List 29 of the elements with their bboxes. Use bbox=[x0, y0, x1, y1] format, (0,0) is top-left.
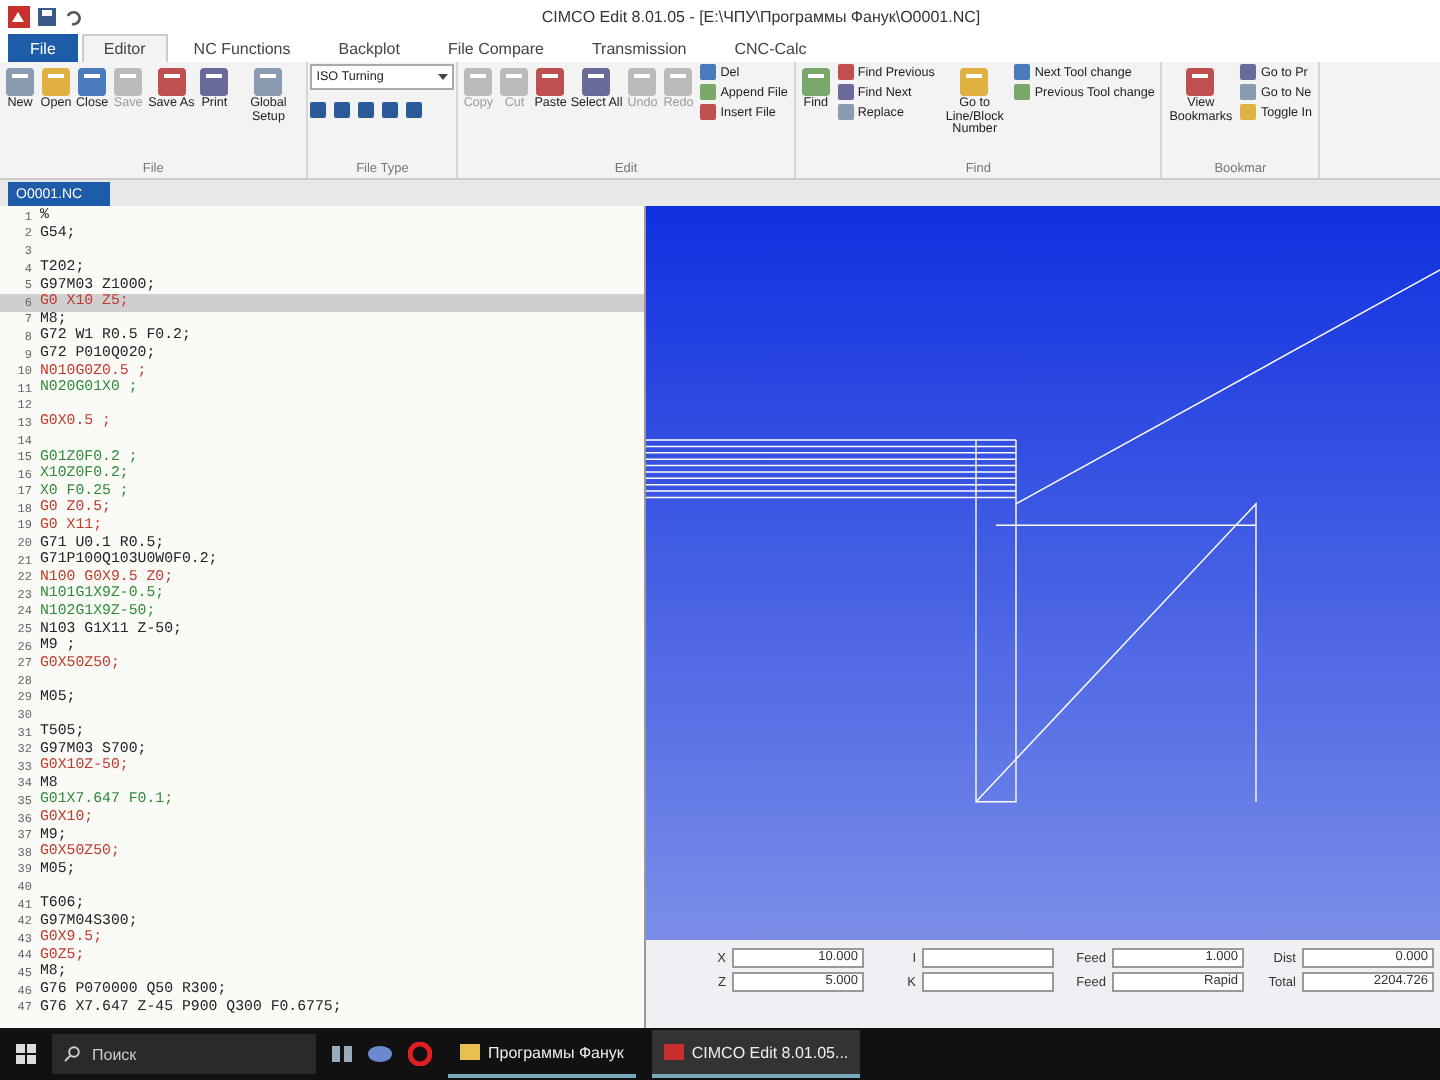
file-type-button[interactable] bbox=[382, 102, 399, 118]
backplot-view[interactable] bbox=[646, 206, 1440, 940]
search-input[interactable]: Поиск bbox=[88, 1043, 276, 1065]
ribbon-tab[interactable]: NC Functions bbox=[171, 34, 313, 62]
ribbon-tab[interactable]: CNC-Calc bbox=[712, 34, 829, 62]
caret-icon bbox=[438, 74, 449, 80]
undo-icon bbox=[64, 7, 82, 25]
window-title: CIMCO Edit 8.01.05 - [E:\ЧПУ\Программы Фанук\O0001.NC] bbox=[539, 7, 983, 25]
folder-icon bbox=[460, 1042, 480, 1062]
file-type-button[interactable] bbox=[310, 102, 327, 118]
readout-field bbox=[922, 972, 1054, 992]
taskbar-app[interactable]: Программы Фанук bbox=[448, 1030, 636, 1078]
save-icon bbox=[38, 7, 56, 25]
taskbar-app[interactable]: CIMCO Edit 8.01.05... bbox=[651, 1030, 861, 1078]
file-type-button[interactable] bbox=[406, 102, 423, 118]
file-type-button[interactable] bbox=[358, 102, 375, 118]
app-logo-icon bbox=[663, 1042, 684, 1062]
ribbon-tab[interactable]: File Compare bbox=[425, 34, 566, 62]
windows-logo-icon bbox=[16, 1044, 36, 1064]
app-logo-icon bbox=[8, 5, 30, 27]
task-view-icon bbox=[332, 1044, 352, 1064]
ribbon-tab[interactable]: File bbox=[8, 34, 78, 62]
file-type-button[interactable] bbox=[334, 102, 351, 118]
ribbon-tab[interactable]: Backplot bbox=[316, 34, 422, 62]
ribbon-tab[interactable]: Editor bbox=[81, 34, 168, 62]
readout-field bbox=[922, 948, 1054, 968]
search-field[interactable]: Поиск bbox=[52, 1034, 316, 1074]
ribbon-tab[interactable]: Transmission bbox=[569, 34, 709, 62]
search-icon bbox=[64, 1046, 80, 1062]
